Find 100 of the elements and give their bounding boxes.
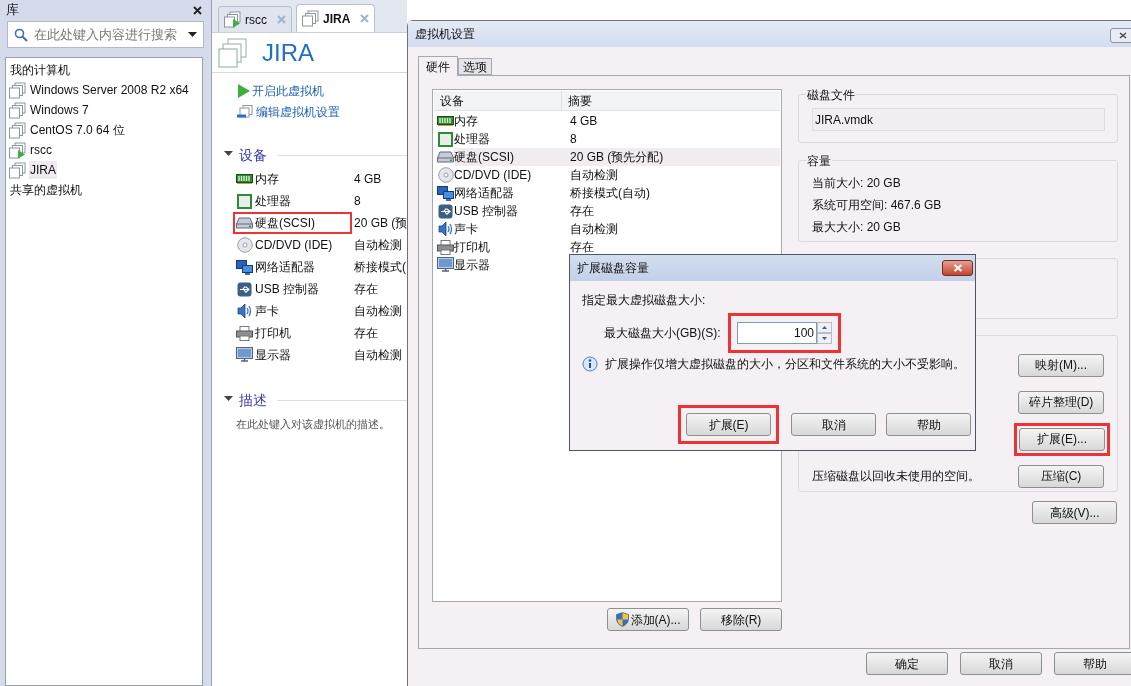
- monitor-network-icon: [236, 259, 253, 275]
- tree-item[interactable]: Windows Server 2008 R2 x64: [29, 81, 190, 99]
- device-name: CD/DVD (IDE): [454, 167, 533, 184]
- tab[interactable]: rscc: [218, 6, 292, 32]
- dropdown-arrow-icon[interactable]: [188, 31, 197, 38]
- close-icon: [952, 264, 963, 272]
- device-name: USB 控制器: [255, 281, 319, 298]
- printer-icon: [236, 325, 253, 341]
- table-row[interactable]: 处理器 8: [454, 130, 780, 148]
- speaker-icon: [237, 303, 252, 319]
- description-placeholder[interactable]: 在此处键入对该虚拟机的描述。: [212, 416, 407, 433]
- spin-up-button[interactable]: [817, 322, 832, 333]
- device-summary: 桥接模式(自动): [570, 185, 650, 202]
- dialog-button[interactable]: 帮助: [1054, 652, 1131, 675]
- memory-icon: [236, 173, 253, 185]
- dialog-button[interactable]: 扩展(E): [686, 413, 771, 436]
- utility-button[interactable]: 压缩(C): [1018, 464, 1104, 488]
- device-summary: 自动检测: [570, 221, 618, 238]
- group-label: 磁盘文件: [806, 86, 856, 104]
- capacity-text: 系统可用空间: 467.6 GB: [812, 197, 943, 214]
- table-row[interactable]: 网络适配器 桥接模式(自动): [454, 184, 780, 202]
- file-name-field[interactable]: JIRA.vmdk: [812, 108, 1105, 131]
- close-icon: [1119, 31, 1127, 39]
- dialog-title: 虚拟机设置: [415, 26, 475, 43]
- device-name: USB 控制器: [454, 203, 519, 220]
- section-title: 描述: [239, 391, 267, 410]
- dialog-button[interactable]: 移除(R): [700, 608, 782, 631]
- usb-icon: [438, 203, 453, 219]
- tab[interactable]: JIRA: [296, 4, 376, 32]
- disc-icon: [236, 237, 253, 253]
- device-summary: 20 GB (预先分配): [570, 149, 664, 166]
- advanced-button[interactable]: 高级(V)...: [1032, 501, 1117, 524]
- utility-button[interactable]: 扩展(E)...: [1019, 427, 1105, 451]
- action-link[interactable]: 编辑虚拟机设置: [256, 103, 340, 121]
- up-arrow-icon: [822, 326, 827, 329]
- device-value: 8: [354, 193, 361, 210]
- dialog-button[interactable]: 确定: [866, 652, 948, 675]
- device-name: 网络适配器: [454, 185, 515, 202]
- tree-item[interactable]: 我的计算机: [6, 60, 70, 80]
- vm-wrench-icon: [237, 104, 254, 120]
- device-value: 桥接模式(: [354, 259, 406, 276]
- info-text: 扩展操作仅增大虚拟磁盘的大小，分区和文件系统的大小不受影响。: [605, 356, 965, 373]
- device-name: 打印机: [454, 239, 491, 256]
- device-name: 硬盘(SCSI): [454, 149, 515, 166]
- disc-icon: [437, 167, 454, 183]
- device-summary: 4 GB: [570, 113, 598, 130]
- group-label: 容量: [806, 152, 832, 170]
- dialog-button[interactable]: 帮助: [886, 413, 971, 436]
- dialog-button[interactable]: 添加(A)...: [607, 608, 689, 631]
- monitor-icon: [437, 257, 454, 273]
- tree-item[interactable]: 共享的虚拟机: [6, 180, 82, 200]
- utility-button[interactable]: 映射(M)...: [1018, 353, 1104, 377]
- device-value: 自动检测: [354, 303, 402, 320]
- field-label: 最大磁盘大小(GB)(S):: [604, 325, 722, 342]
- info-icon: [582, 355, 599, 373]
- column-header[interactable]: 设备: [434, 91, 562, 110]
- dialog-button[interactable]: 取消: [791, 413, 876, 436]
- chip-icon: [237, 193, 252, 209]
- close-button[interactable]: [1110, 27, 1131, 43]
- tab[interactable]: 硬件: [418, 56, 458, 76]
- tree-item[interactable]: Windows 7: [29, 101, 90, 119]
- table-row[interactable]: 打印机 存在: [454, 238, 780, 256]
- speaker-icon: [438, 221, 453, 237]
- device-name: 处理器: [454, 131, 491, 148]
- search-icon: [14, 27, 28, 42]
- table-row[interactable]: 声卡 自动检测: [454, 220, 780, 238]
- tree-item[interactable]: rscc: [29, 141, 53, 159]
- column-header[interactable]: 摘要: [562, 91, 780, 110]
- dialog-button[interactable]: 取消: [960, 652, 1042, 675]
- device-summary: 8: [570, 131, 577, 148]
- device-name: 内存: [255, 171, 279, 188]
- memory-icon: [437, 115, 454, 127]
- monitor-icon: [236, 347, 253, 363]
- close-icon[interactable]: [193, 5, 202, 15]
- device-value: 存在: [354, 325, 378, 342]
- device-value: 存在: [354, 281, 378, 298]
- section-title: 设备: [239, 146, 267, 165]
- device-value: 自动检测: [354, 237, 402, 254]
- device-value: 20 GB (预: [354, 215, 408, 232]
- device-name: 声卡: [255, 303, 279, 320]
- table-row[interactable]: CD/DVD (IDE) 自动检测: [454, 166, 780, 184]
- device-name: 硬盘(SCSI): [255, 215, 315, 232]
- search-field[interactable]: 在此处键入内容进行搜索: [7, 21, 204, 48]
- close-button[interactable]: [942, 260, 973, 276]
- table-row[interactable]: 内存 4 GB: [454, 112, 780, 130]
- device-name: 网络适配器: [255, 259, 315, 276]
- usb-icon: [237, 281, 252, 297]
- table-row[interactable]: 硬盘(SCSI) 20 GB (预先分配): [454, 148, 780, 166]
- device-summary: 存在: [570, 203, 594, 220]
- capacity-text: 当前大小: 20 GB: [812, 175, 902, 192]
- tree-item[interactable]: JIRA: [29, 161, 57, 179]
- spin-down-button[interactable]: [817, 333, 832, 344]
- play-icon: [237, 84, 250, 98]
- device-value: 4 GB: [354, 171, 382, 188]
- tree-item[interactable]: CentOS 7.0 64 位: [29, 121, 126, 139]
- action-link[interactable]: 开启此虚拟机: [252, 82, 324, 100]
- utility-button[interactable]: 碎片整理(D): [1018, 390, 1104, 414]
- vm-icon: [218, 36, 250, 69]
- table-row[interactable]: USB 控制器 存在: [454, 202, 780, 220]
- tab[interactable]: 选项: [458, 58, 492, 75]
